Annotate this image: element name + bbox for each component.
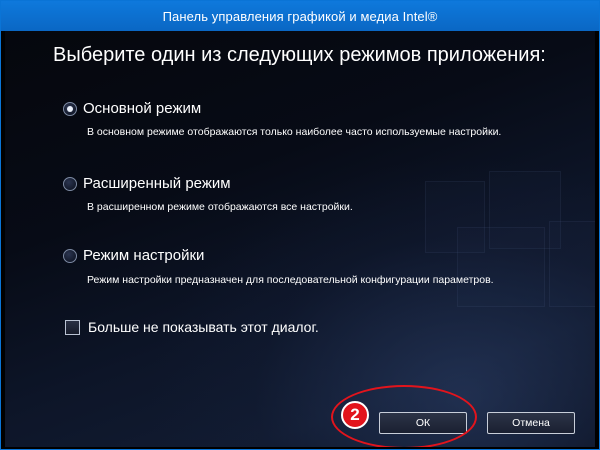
ok-button[interactable]: ОК — [379, 412, 467, 434]
dialog-heading: Выберите один из следующих режимов прило… — [53, 44, 546, 66]
annotation-step-badge: 2 — [341, 401, 369, 429]
dont-show-again-label[interactable]: Больше не показывать этот диалог. — [88, 319, 319, 335]
radio-setup-mode[interactable] — [63, 248, 77, 263]
basic-mode-description: В основном режиме отображаются только на… — [87, 126, 502, 138]
radio-option-advanced[interactable]: Расширенный режим — [63, 175, 231, 192]
window-title: Панель управления графикой и медиа Intel… — [162, 8, 438, 24]
radio-advanced-mode[interactable] — [63, 176, 77, 191]
radio-option-basic[interactable]: Основной режим — [63, 100, 201, 117]
advanced-mode-description: В расширенном режиме отображаются все на… — [87, 201, 353, 213]
dont-show-again-row[interactable]: Больше не показывать этот диалог. — [65, 319, 319, 335]
radio-basic-mode[interactable] — [63, 101, 77, 116]
cancel-button[interactable]: Отмена — [487, 412, 575, 434]
radio-advanced-label[interactable]: Расширенный режим — [83, 175, 231, 192]
dialog-window: Панель управления графикой и медиа Intel… — [0, 0, 600, 450]
dont-show-again-checkbox[interactable] — [65, 319, 80, 335]
radio-option-setup[interactable]: Режим настройки — [63, 247, 204, 264]
window-titlebar[interactable]: Панель управления графикой и медиа Intel… — [1, 1, 599, 31]
decorative-pane — [457, 227, 545, 307]
dialog-content: Выберите один из следующих режимов прило… — [5, 31, 595, 447]
decorative-pane — [549, 221, 595, 307]
radio-setup-label[interactable]: Режим настройки — [83, 247, 204, 264]
radio-basic-label[interactable]: Основной режим — [83, 100, 201, 117]
setup-mode-description: Режим настройки предназначен для последо… — [87, 274, 494, 286]
